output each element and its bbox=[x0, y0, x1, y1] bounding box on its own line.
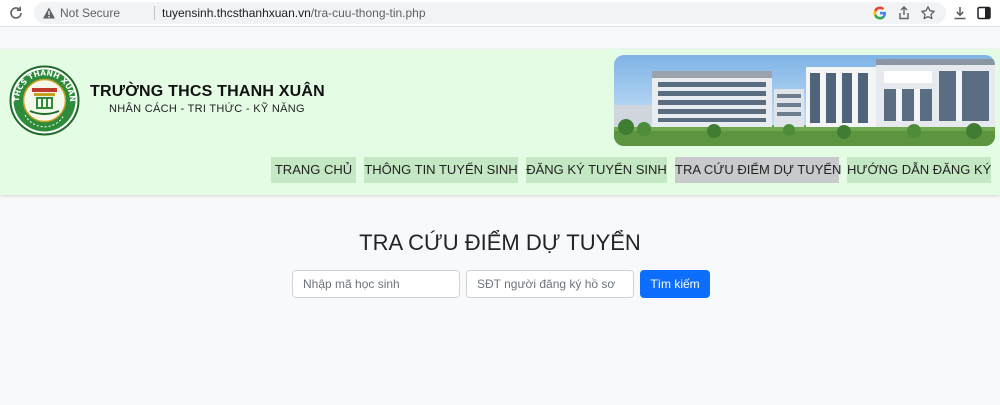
school-logo[interactable]: THCS THANH XUÂN bbox=[9, 65, 80, 136]
school-building-banner bbox=[614, 55, 995, 146]
nav-score-lookup[interactable]: TRA CỨU ĐIỂM DỰ TUYỂN bbox=[675, 157, 841, 183]
nav-registration-guide[interactable]: HƯỚNG DẪN ĐĂNG KÝ bbox=[847, 157, 991, 183]
address-divider bbox=[154, 6, 155, 20]
reload-icon[interactable] bbox=[8, 5, 24, 21]
phone-input[interactable] bbox=[466, 270, 634, 298]
google-icon[interactable] bbox=[872, 5, 888, 21]
share-icon[interactable] bbox=[896, 5, 912, 21]
download-icon[interactable] bbox=[952, 5, 968, 21]
site-header: THCS THANH XUÂN TRƯỜNG THCS THANH XUÂN N… bbox=[0, 49, 1000, 195]
warning-icon[interactable] bbox=[42, 6, 56, 20]
search-button[interactable]: Tìm kiếm bbox=[640, 270, 710, 298]
school-motto: NHÂN CÁCH - TRI THỨC - KỸ NĂNG bbox=[109, 103, 305, 115]
side-panel-icon[interactable] bbox=[976, 5, 992, 21]
url-path: /tra-cuu-thong-tin.php bbox=[310, 6, 426, 20]
address-bar[interactable]: Not Secure tuyensinh.thcsthanhxuan.vn/tr… bbox=[34, 2, 946, 24]
url-text[interactable]: tuyensinh.thcsthanhxuan.vn/tra-cuu-thong… bbox=[162, 6, 426, 20]
nav-home[interactable]: TRANG CHỦ bbox=[271, 157, 356, 183]
security-label[interactable]: Not Secure bbox=[60, 6, 120, 20]
page-title: TRA CỨU ĐIỂM DỰ TUYỂN bbox=[359, 230, 641, 255]
url-domain: tuyensinh.thcsthanhxuan.vn bbox=[162, 6, 311, 20]
student-code-input[interactable] bbox=[292, 270, 460, 298]
nav-admission-info[interactable]: THÔNG TIN TUYỂN SINH bbox=[364, 157, 518, 183]
bookmark-star-icon[interactable] bbox=[920, 5, 936, 21]
nav-admission-register[interactable]: ĐĂNG KÝ TUYỂN SINH bbox=[526, 157, 667, 183]
browser-toolbar: Not Secure tuyensinh.thcsthanhxuan.vn/tr… bbox=[0, 0, 1000, 27]
school-name: TRƯỜNG THCS THANH XUÂN bbox=[90, 83, 325, 100]
